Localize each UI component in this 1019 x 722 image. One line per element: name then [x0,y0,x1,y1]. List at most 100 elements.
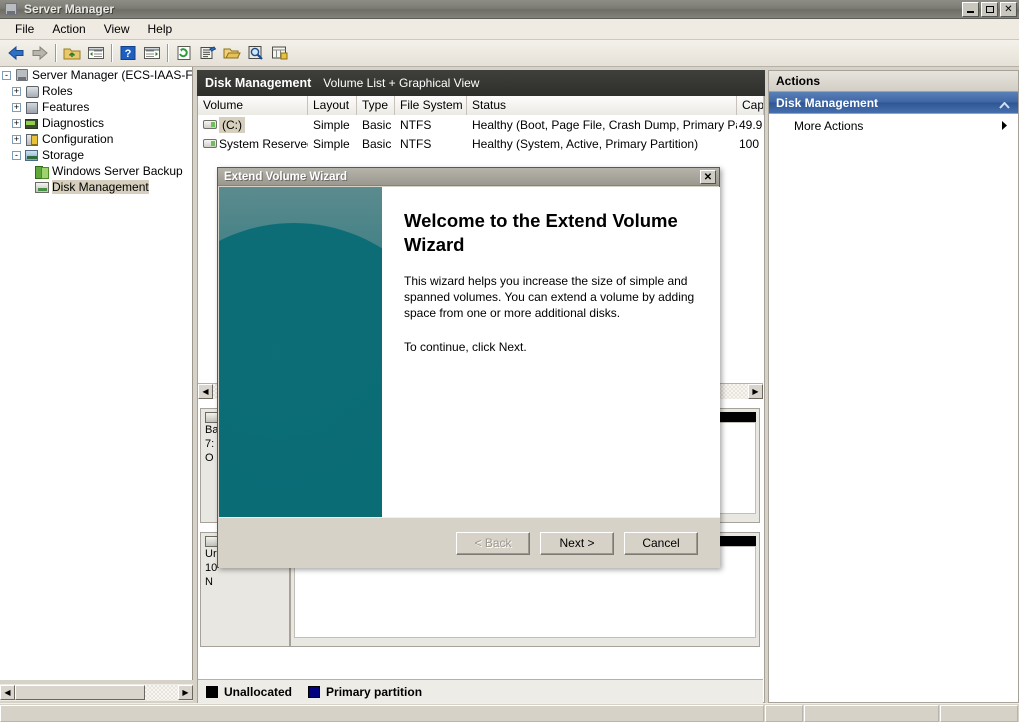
open-folder-icon[interactable] [220,42,244,65]
status-bar [0,703,1019,722]
dialog-content: Welcome to the Extend Volume Wizard This… [382,187,720,517]
dialog-footer: < Back Next > Cancel [219,517,720,568]
scroll-thumb[interactable] [15,685,145,700]
toolbar: ? [0,40,1019,67]
cell-capacity: 49.9 [739,117,763,132]
cell-type: Basic [362,117,392,132]
windows-server-backup-icon [34,164,50,179]
cell-volume: System Reserved [219,136,308,151]
sidebar-item-diagnostics[interactable]: + Diagnostics [0,115,192,131]
page-subtitle: Volume List + Graphical View [323,76,480,90]
tree-expander-configuration[interactable]: + [12,134,21,144]
server-manager-window: Server Manager ✕ File Action View Help ? [0,0,1019,722]
dialog-close-button[interactable]: ✕ [700,170,716,184]
find-icon[interactable] [244,42,268,65]
action-item-label: More Actions [794,119,864,133]
properties-icon[interactable] [196,42,220,65]
navigation-tree-pane: - Server Manager (ECS-IAAS-F0037 + Roles… [0,67,193,680]
column-header-capacity[interactable]: Cap [737,96,764,115]
tree-horizontal-scrollbar[interactable]: ◀ ▶ [0,684,193,701]
sidebar-item-windows-server-backup[interactable]: Windows Server Backup [0,163,192,179]
next-button[interactable]: Next > [540,531,614,555]
sidebar-item-label-storage: Storage [42,148,85,162]
action-item-more-actions[interactable]: More Actions [769,114,1018,138]
scroll-left-arrow-icon[interactable]: ◀ [0,685,15,700]
sidebar-item-label-diagnostics: Diagnostics [42,116,105,130]
scroll-right-arrow-icon[interactable]: ▶ [748,383,763,399]
tree-expander-storage[interactable]: - [12,150,21,160]
menu-view[interactable]: View [95,20,139,38]
disk-management-icon [34,180,50,195]
sidebar-item-label-windows-server-backup: Windows Server Backup [52,164,183,178]
tree-expander-features[interactable]: + [12,102,21,112]
dialog-title: Extend Volume Wizard [224,170,348,183]
back-icon[interactable] [4,42,28,65]
actions-group-label: Disk Management [776,95,879,110]
menu-action[interactable]: Action [43,20,94,38]
chevron-up-icon[interactable] [999,98,1010,112]
menubar: File Action View Help [0,19,1019,40]
sidebar-item-storage[interactable]: - Storage [0,147,192,163]
chevron-right-icon[interactable] [1001,120,1008,134]
scroll-right-arrow-icon[interactable]: ▶ [178,685,193,700]
cancel-button[interactable]: Cancel [624,531,698,555]
disk-management-header: Disk Management Volume List + Graphical … [197,70,765,96]
tree-expander-root[interactable]: - [2,70,11,80]
graphical-view-legend: Unallocated Primary partition [198,679,763,703]
close-button[interactable]: ✕ [1000,2,1017,17]
sidebar-item-roles[interactable]: + Roles [0,83,192,99]
status-cell-1 [765,705,803,722]
status-cell-main [0,705,764,722]
table-row[interactable]: (C:) Simple Basic NTFS Healthy (Boot, Pa… [198,115,764,134]
svg-text:?: ? [125,48,132,60]
table-row[interactable]: System Reserved Simple Basic NTFS Health… [198,134,764,153]
window-title: Server Manager [24,2,115,16]
actions-group-disk-management[interactable]: Disk Management [769,92,1018,114]
export-list-icon[interactable] [268,42,292,65]
forward-icon [28,42,52,65]
toolbar-separator-2 [111,44,113,62]
menu-file[interactable]: File [6,20,43,38]
toolbar-separator-3 [167,44,169,62]
up-folder-icon[interactable] [60,42,84,65]
sidebar-item-features[interactable]: + Features [0,99,192,115]
back-button: < Back [456,531,530,555]
help-icon[interactable]: ? [116,42,140,65]
status-cell-3 [940,705,1018,722]
server-icon [3,2,19,17]
show-hide-tree-icon[interactable] [84,42,108,65]
column-header-volume[interactable]: Volume [198,96,308,115]
cell-file-system: NTFS [400,136,432,151]
tree-root-server-manager[interactable]: - Server Manager (ECS-IAAS-F0037 [0,67,192,83]
sidebar-item-disk-management[interactable]: Disk Management [0,179,192,195]
disk-info-line-3: N [205,576,213,588]
sidebar-item-configuration[interactable]: + Configuration [0,131,192,147]
cell-type: Basic [362,136,392,151]
restore-button[interactable] [981,2,998,17]
scroll-left-arrow-icon[interactable]: ◀ [198,383,213,399]
legend-label-primary-partition: Primary partition [326,684,423,699]
toolbar-separator [55,44,57,62]
show-hide-action-pane-icon[interactable] [140,42,164,65]
dialog-heading: Welcome to the Extend Volume Wizard [404,210,678,255]
minimize-button[interactable] [962,2,979,17]
menu-help[interactable]: Help [139,20,182,38]
page-title: Disk Management [205,76,312,90]
tree-expander-diagnostics[interactable]: + [12,118,21,128]
column-header-file-system[interactable]: File System [395,96,467,115]
column-header-type[interactable]: Type [357,96,395,115]
column-header-status[interactable]: Status [467,96,737,115]
storage-icon [24,148,40,163]
sidebar-item-label-roles: Roles [42,84,73,98]
cell-capacity: 100 [739,136,760,151]
legend-label-unallocated: Unallocated [224,684,293,699]
tree-expander-roles[interactable]: + [12,86,21,96]
cell-file-system: NTFS [400,117,432,132]
actions-pane-title: Actions [769,71,1018,92]
refresh-icon[interactable] [172,42,196,65]
column-header-layout[interactable]: Layout [308,96,357,115]
sidebar-item-label-configuration: Configuration [42,132,114,146]
actions-pane: Actions Disk Management More Actions [768,70,1019,703]
legend-swatch-primary-partition [308,685,321,698]
configuration-icon [24,132,40,147]
